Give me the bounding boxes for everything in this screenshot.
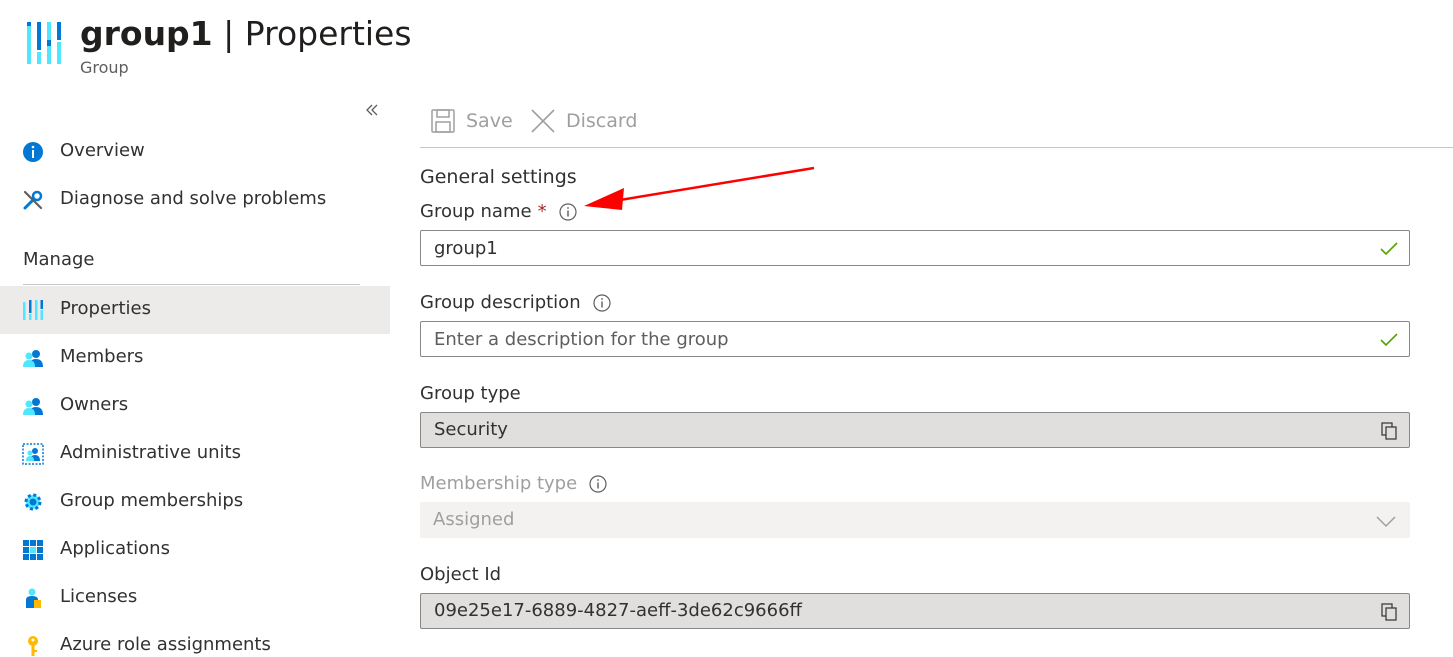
properties-icon (27, 22, 61, 64)
group-type-field[interactable]: Security (420, 412, 1410, 448)
double-chevron-left-icon (366, 104, 378, 116)
group-type-label-text: Group type (420, 383, 521, 404)
admin-units-icon (22, 443, 44, 465)
sidebar-item-label: Owners (60, 394, 129, 415)
sidebar-item-label: Overview (60, 140, 145, 161)
membership-type-label-text: Membership type (420, 473, 578, 494)
object-id-label: Object Id (420, 564, 501, 585)
sidebar-item-label: Properties (60, 298, 151, 319)
info-icon (23, 142, 43, 162)
general-settings-title: General settings (420, 166, 577, 188)
grid-icon (23, 540, 43, 560)
sidebar-item-group-memberships[interactable]: Group memberships (0, 478, 390, 526)
members-icon (23, 350, 43, 367)
sidebar-item-label: Azure role assignments (60, 634, 271, 655)
discard-button[interactable]: Discard (530, 106, 637, 136)
object-id-field[interactable]: 09e25e17-6889-4827-aeff-3de62c9666ff (420, 593, 1410, 629)
sidebar-item-azure-role-assignments[interactable]: Azure role assignments (0, 622, 390, 657)
group-name-label-text: Group name (420, 201, 532, 222)
license-icon (26, 588, 41, 608)
info-icon[interactable] (589, 474, 607, 493)
info-icon[interactable] (558, 202, 577, 221)
resource-name: group1 (80, 14, 213, 53)
page-title: group1 | Properties (80, 14, 412, 53)
object-id-value: 09e25e17-6889-4827-aeff-3de62c9666ff (434, 600, 802, 621)
properties-icon (23, 300, 43, 320)
group-description-field (420, 321, 1410, 357)
group-description-label: Group description (420, 292, 611, 313)
membership-type-dropdown[interactable]: Assigned (420, 502, 1410, 538)
collapse-sidebar-button[interactable] (362, 100, 382, 124)
group-name-label: Group name * (420, 201, 577, 222)
checkmark-icon (1380, 242, 1398, 256)
gear-icon (24, 493, 42, 511)
title-separator: | (223, 14, 235, 53)
sidebar-item-administrative-units[interactable]: Administrative units (0, 430, 390, 478)
copy-icon[interactable] (1379, 602, 1399, 622)
sidebar-item-label: Administrative units (60, 442, 241, 463)
annotation-arrow (584, 166, 815, 210)
copy-icon[interactable] (1379, 421, 1399, 441)
group-description-label-text: Group description (420, 292, 581, 313)
sidebar-item-licenses[interactable]: Licenses (0, 574, 390, 622)
sidebar-item-owners[interactable]: Owners (0, 382, 390, 430)
membership-type-value: Assigned (433, 509, 515, 530)
checkmark-icon (1380, 333, 1398, 347)
manage-section-title: Manage (23, 249, 95, 270)
sidebar-item-members[interactable]: Members (0, 334, 390, 382)
group-name-input[interactable] (421, 231, 1361, 265)
sidebar-item-label: Applications (60, 538, 170, 559)
sidebar-item-applications[interactable]: Applications (0, 526, 390, 574)
sidebar-item-overview[interactable]: Overview (0, 128, 390, 176)
sidebar-item-label: Members (60, 346, 144, 367)
chevron-down-icon (1376, 516, 1396, 528)
group-type-value: Security (434, 419, 508, 440)
group-type-label: Group type (420, 383, 521, 404)
sidebar-item-label: Licenses (60, 586, 138, 607)
info-icon[interactable] (593, 293, 611, 312)
section-divider (23, 284, 360, 285)
group-name-field (420, 230, 1410, 266)
save-icon (431, 109, 455, 133)
close-icon (531, 109, 555, 133)
sidebar-item-diagnose[interactable]: Diagnose and solve problems (0, 176, 390, 224)
key-icon (28, 636, 38, 656)
blade-name: Properties (244, 14, 412, 53)
group-description-input[interactable] (421, 322, 1361, 356)
page-subtitle: Group (80, 58, 129, 77)
save-button[interactable]: Save (430, 106, 513, 136)
sidebar-item-label: Group memberships (60, 490, 244, 511)
sidebar-item-properties[interactable]: Properties (0, 286, 390, 334)
save-label: Save (466, 110, 513, 132)
owners-icon (23, 398, 43, 415)
discard-label: Discard (566, 110, 638, 132)
object-id-label-text: Object Id (420, 564, 502, 585)
wrench-icon (23, 190, 43, 210)
sidebar-item-label: Diagnose and solve problems (60, 188, 327, 209)
command-bar: Save Discard (420, 100, 1453, 148)
membership-type-label: Membership type (420, 473, 607, 494)
required-mark: * (537, 201, 547, 222)
